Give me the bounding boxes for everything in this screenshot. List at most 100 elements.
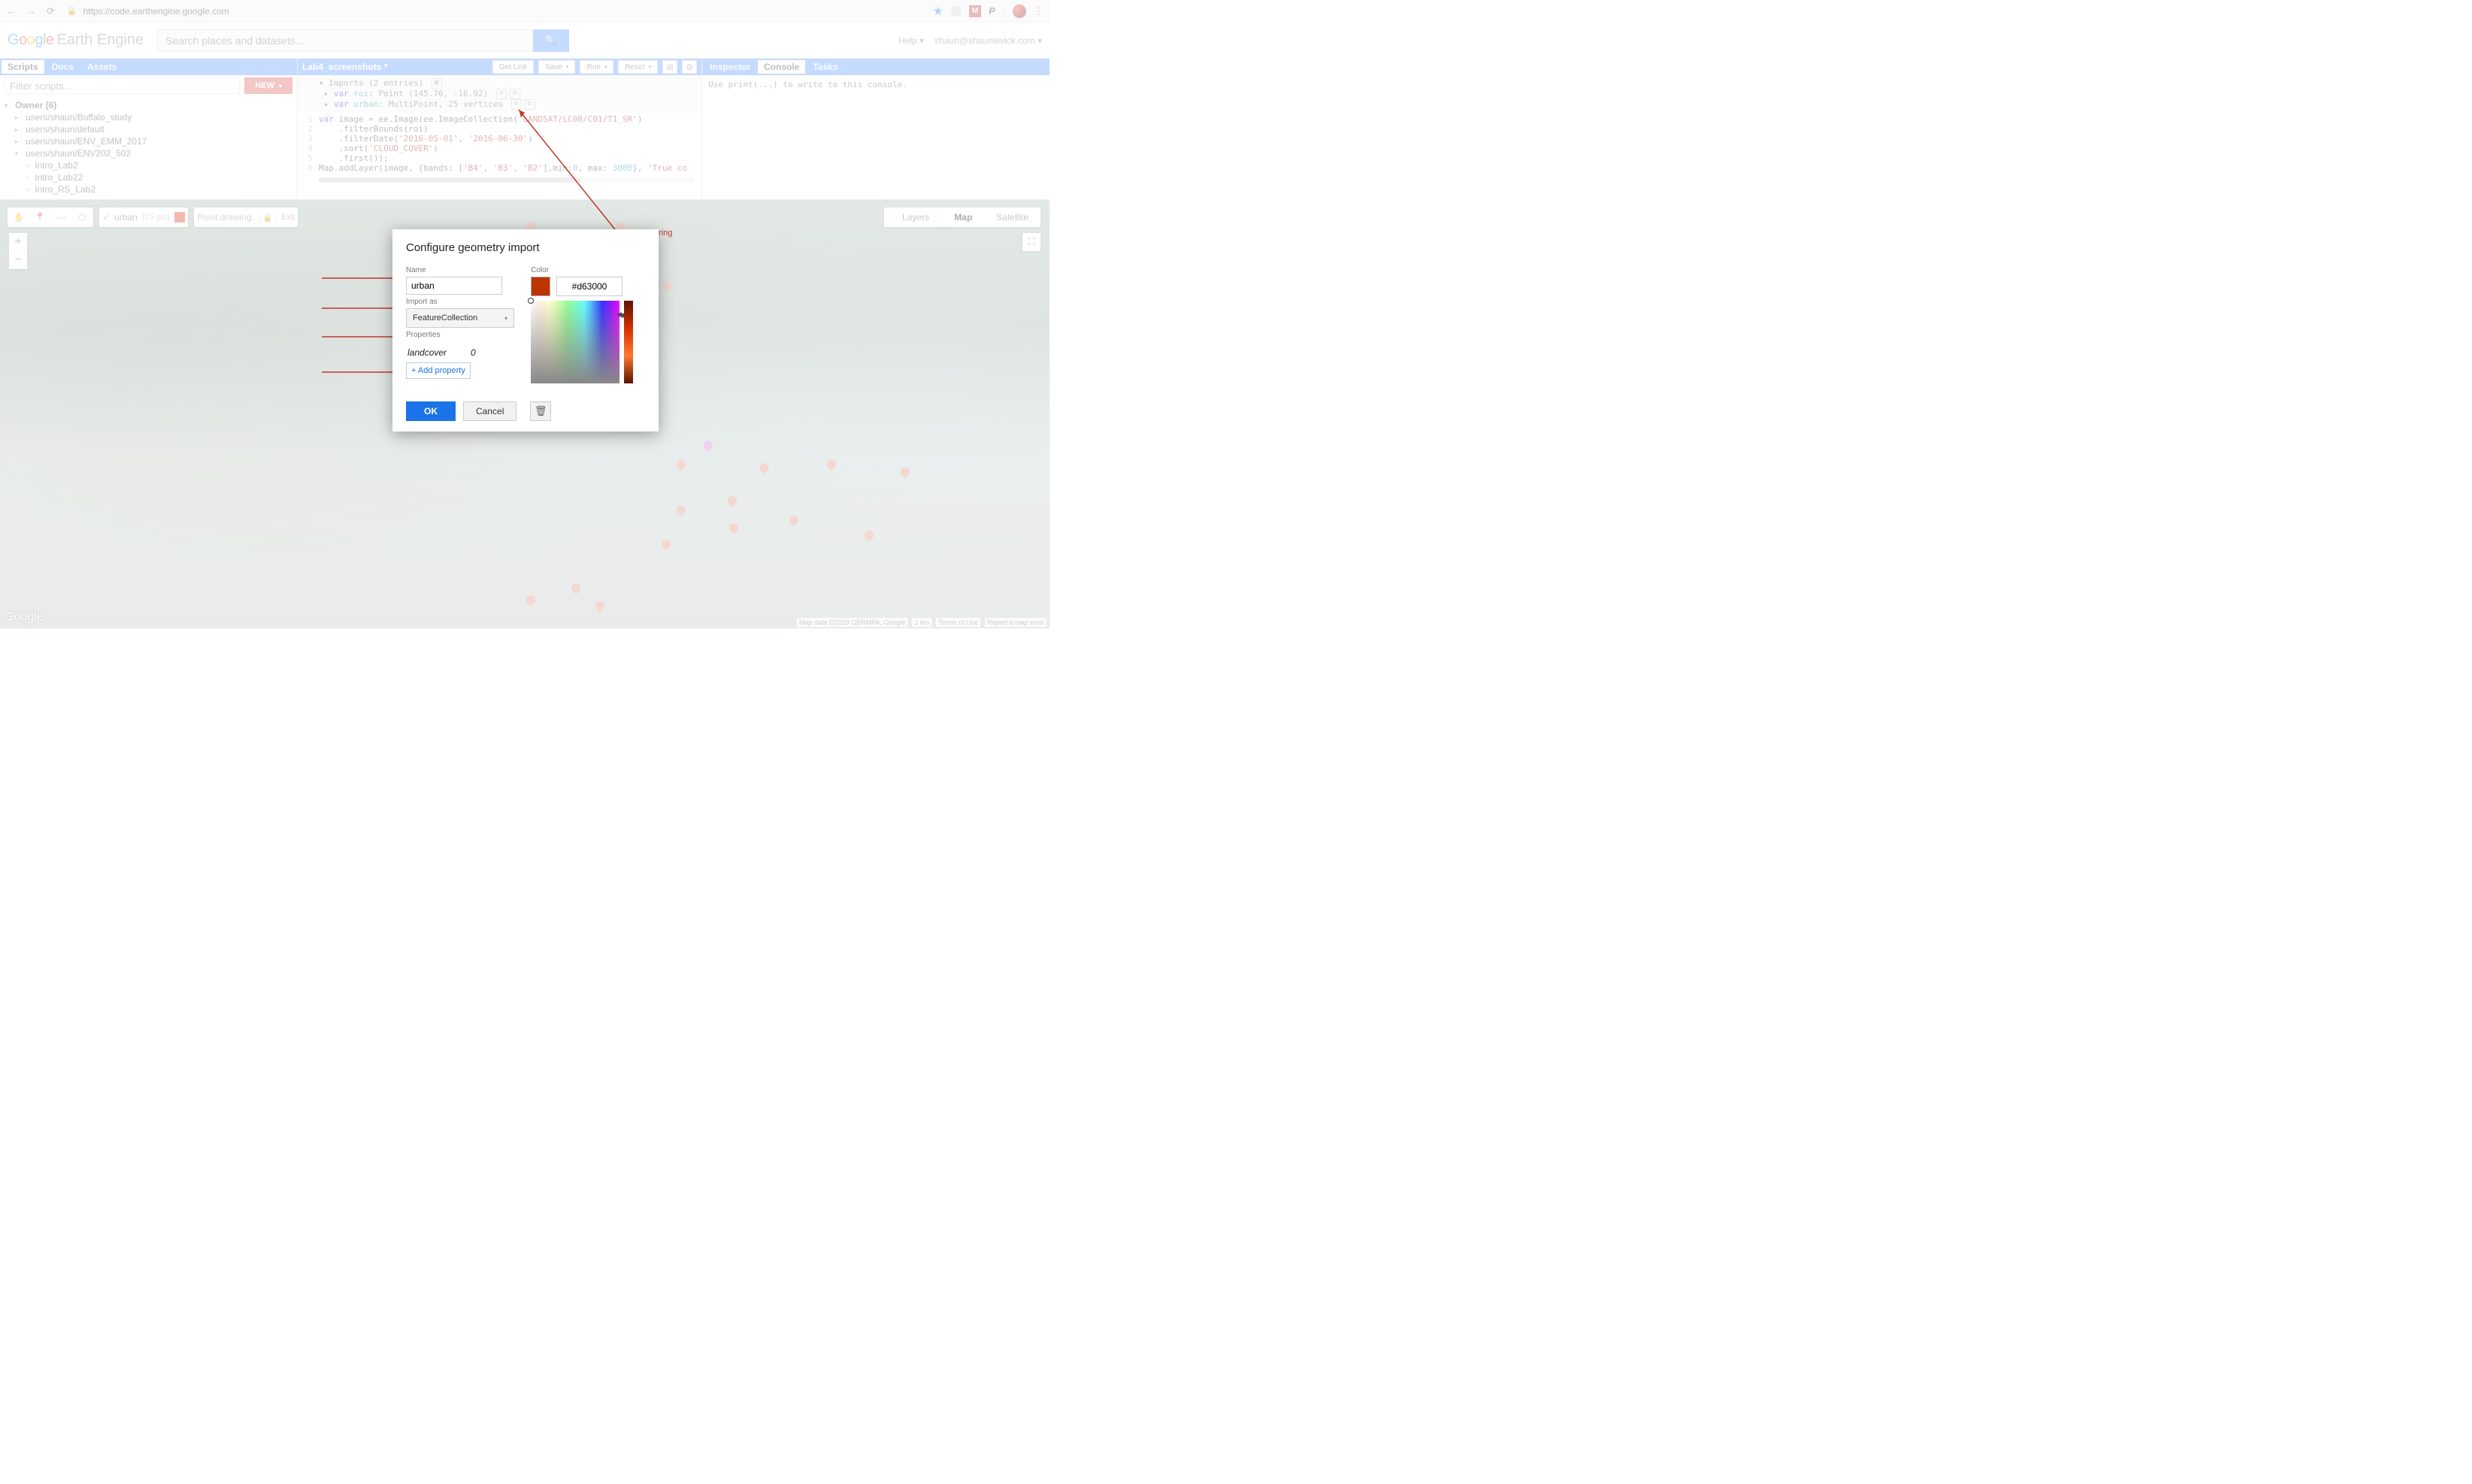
tab-console[interactable]: Console xyxy=(758,60,805,74)
importas-label: Import as xyxy=(406,298,517,306)
new-script-button[interactable]: NEW xyxy=(244,77,292,94)
run-button[interactable]: Run xyxy=(580,60,613,74)
geometry-layer-chip[interactable]: ✓ urban (25 pts) xyxy=(99,207,188,227)
url-bar[interactable]: 🔒 https://code.earthengine.google.com xyxy=(62,6,925,17)
property-value: 0 xyxy=(471,347,476,358)
apps-icon[interactable]: ⊞ xyxy=(662,60,677,74)
profile-avatar-icon[interactable] xyxy=(1013,5,1026,18)
zoom-in-button[interactable]: + xyxy=(9,233,27,251)
layers-button[interactable]: Layers xyxy=(884,207,947,227)
geometry-name-input[interactable] xyxy=(406,277,502,295)
tree-folder[interactable]: ▸users/shaun/default xyxy=(5,123,292,135)
tab-scripts[interactable]: Scripts xyxy=(2,60,44,74)
search-input[interactable] xyxy=(157,29,533,52)
settings-gear-icon[interactable]: ⚙ xyxy=(682,60,697,74)
nav-back-icon[interactable]: ← xyxy=(6,5,16,17)
import-edit-icon[interactable]: ⊘ xyxy=(511,99,522,110)
map-pin-icon[interactable] xyxy=(662,280,674,292)
browser-chrome: ← → ⟳ 🔒 https://code.earthengine.google.… xyxy=(0,0,1050,23)
color-swatch[interactable] xyxy=(531,277,550,296)
maptype-satellite[interactable]: Satellite xyxy=(984,212,1041,223)
map-pin-icon[interactable] xyxy=(788,514,801,527)
account-link[interactable]: shaun@shaunlevick.com ▾ xyxy=(935,35,1042,46)
drawing-status: Point drawing. 🔒 Exit xyxy=(194,207,298,227)
map-pin-icon[interactable] xyxy=(702,439,715,452)
extension-p-icon[interactable]: P xyxy=(989,5,995,17)
polygon-tool-icon[interactable]: ⬠ xyxy=(74,209,90,226)
add-property-button[interactable]: + Add property xyxy=(406,362,471,379)
map-pin-icon[interactable] xyxy=(675,504,688,516)
imports-toggle-icon[interactable]: ▦ xyxy=(432,78,442,89)
drawing-exit-button[interactable]: Exit xyxy=(281,213,295,222)
tree-folder[interactable]: ▸users/shaun/Buffalo_study xyxy=(5,111,292,123)
map-pin-icon[interactable] xyxy=(826,459,838,471)
tree-file[interactable]: ▫Intro_RS_Lab2 xyxy=(5,183,292,195)
map-pin-icon[interactable] xyxy=(726,495,739,507)
map-report-link[interactable]: Report a map error xyxy=(985,618,1047,627)
import-gear-icon[interactable]: ⚙ xyxy=(525,99,535,110)
tab-assets[interactable]: Assets xyxy=(81,60,123,74)
drawing-lock-icon[interactable]: 🔒 xyxy=(259,213,277,223)
importas-select[interactable]: FeatureCollection xyxy=(406,308,514,328)
map-pin-icon[interactable] xyxy=(863,529,876,542)
search-icon: 🔍 xyxy=(545,35,558,47)
chrome-menu-icon[interactable]: ⋮ xyxy=(1034,5,1044,17)
line-tool-icon[interactable]: 〰 xyxy=(53,209,69,226)
color-sv-box[interactable]: ▶ xyxy=(531,301,620,383)
extension-icon[interactable] xyxy=(951,6,962,17)
dialog-title: Configure geometry import xyxy=(406,241,645,254)
map-attribution: Map data ©2019 GBRMPA, Google xyxy=(797,618,908,627)
nav-forward-icon[interactable]: → xyxy=(26,5,36,17)
import-gear-icon[interactable]: ⚙ xyxy=(510,89,520,99)
import-edit-icon[interactable]: ⊘ xyxy=(496,89,507,99)
code-editor[interactable]: 1var image = ee.Image(ee.ImageCollection… xyxy=(298,113,701,174)
map-pin-icon[interactable] xyxy=(660,538,673,551)
color-picker[interactable]: ▶ ◀ xyxy=(531,301,633,383)
map-pin-icon[interactable] xyxy=(525,594,538,607)
tree-folder[interactable]: ▸users/shaun/ENV_EMM_2017 xyxy=(5,135,292,147)
filter-scripts-input[interactable] xyxy=(5,77,240,94)
color-sv-handle-icon[interactable] xyxy=(528,298,534,304)
tree-folder[interactable]: ▾users/shaun/ENV202_502 xyxy=(5,147,292,159)
imports-block[interactable]: ▾ Imports (2 entries) ▦ ▸ var roi: Point… xyxy=(298,75,701,113)
tree-file[interactable]: ▫Intro_Lab2 xyxy=(5,159,292,171)
cancel-button[interactable]: Cancel xyxy=(463,401,517,421)
tree-owner[interactable]: ▾Owner (6) xyxy=(5,99,292,111)
fullscreen-button[interactable]: ⛶ xyxy=(1022,233,1041,251)
map-terms-link[interactable]: Terms of Use xyxy=(936,618,980,627)
tab-inspector[interactable]: Inspector xyxy=(704,60,756,74)
maptype-map[interactable]: Map xyxy=(942,212,984,223)
geometry-tools: ✋ 📍 〰 ⬠ xyxy=(8,207,93,227)
color-hue-slider[interactable]: ◀ xyxy=(624,301,633,383)
getlink-button[interactable]: Get Link xyxy=(492,60,534,74)
map-pin-icon[interactable] xyxy=(728,522,741,535)
code-horizontal-scrollbar[interactable] xyxy=(319,177,694,183)
reset-button[interactable]: Reset xyxy=(618,60,658,74)
map-pin-icon[interactable] xyxy=(594,600,607,613)
tab-tasks[interactable]: Tasks xyxy=(807,60,844,74)
logo[interactable]: Google Earth Engine xyxy=(8,32,144,49)
map-pin-icon[interactable] xyxy=(758,462,771,474)
bookmark-star-icon[interactable]: ★ xyxy=(933,4,944,19)
map-pin-icon[interactable] xyxy=(899,466,912,479)
color-hex-input[interactable] xyxy=(556,277,623,296)
separator: | xyxy=(1003,5,1005,17)
check-icon: ✓ xyxy=(102,212,110,223)
mendeley-icon[interactable]: M xyxy=(969,5,981,17)
map-pin-icon[interactable] xyxy=(675,459,688,471)
save-button[interactable]: Save xyxy=(538,60,575,74)
search-button[interactable]: 🔍 xyxy=(533,29,569,52)
map-pin-icon[interactable] xyxy=(570,582,583,595)
delete-button[interactable]: 🗑 xyxy=(530,401,551,421)
console-panel: Inspector Console Tasks Use print(...) t… xyxy=(702,59,1050,199)
marker-tool-icon[interactable]: 📍 xyxy=(32,209,48,226)
tab-docs[interactable]: Docs xyxy=(46,60,80,74)
help-link[interactable]: Help ▾ xyxy=(898,35,924,46)
zoom-control: + − xyxy=(9,233,27,269)
reload-icon[interactable]: ⟳ xyxy=(47,5,55,17)
hand-tool-icon[interactable]: ✋ xyxy=(11,209,27,226)
tree-file[interactable]: ▫Intro_Lab22 xyxy=(5,171,292,183)
property-row[interactable]: landcover 0 xyxy=(406,344,517,361)
ok-button[interactable]: OK xyxy=(406,401,456,421)
zoom-out-button[interactable]: − xyxy=(9,251,27,269)
